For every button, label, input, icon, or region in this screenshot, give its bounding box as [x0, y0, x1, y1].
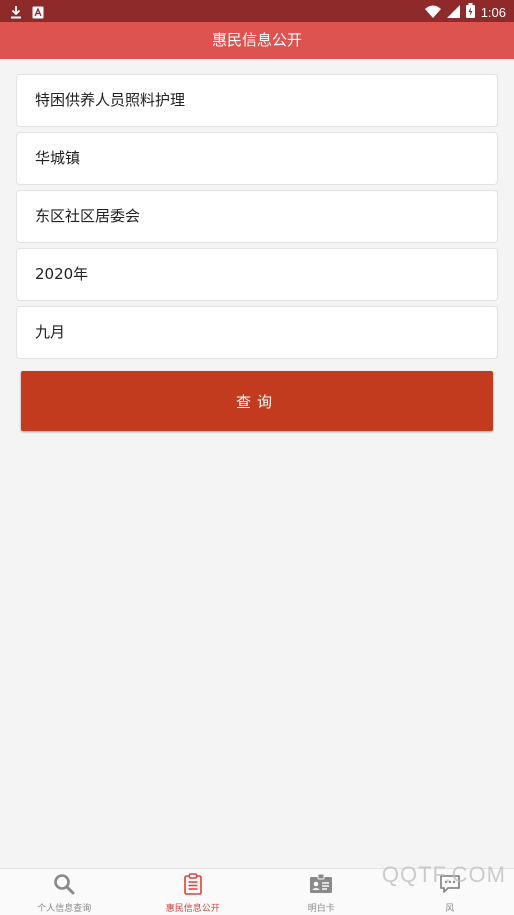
town-select[interactable]: 华城镇	[16, 132, 498, 185]
status-bar: 1:06	[0, 0, 514, 22]
nav-item-public-info[interactable]: 惠民信息公开	[129, 869, 258, 915]
app-header: 惠民信息公开	[0, 22, 514, 59]
search-icon	[53, 873, 75, 899]
community-select[interactable]: 东区社区居委会	[16, 190, 498, 243]
nav-item-personal-query[interactable]: 个人信息查询	[0, 869, 129, 915]
battery-icon	[466, 3, 475, 22]
status-right-icons: 1:06	[425, 3, 506, 22]
app-icon	[32, 4, 44, 23]
year-select[interactable]: 2020年	[16, 248, 498, 301]
nav-label: 风	[445, 901, 454, 914]
category-select[interactable]: 特困供养人员照料护理	[16, 74, 498, 127]
nav-label: 个人信息查询	[37, 901, 91, 914]
signal-icon	[447, 3, 460, 22]
nav-item-card[interactable]: 明白卡	[257, 869, 386, 915]
wifi-icon	[425, 3, 441, 22]
nav-label: 惠民信息公开	[166, 901, 220, 914]
page-title: 惠民信息公开	[212, 31, 302, 49]
watermark: QQTF.COM	[382, 862, 506, 888]
nav-label: 明白卡	[308, 901, 335, 914]
query-button[interactable]: 查询	[21, 371, 493, 431]
filter-form: 特困供养人员照料护理 华城镇 东区社区居委会 2020年 九月	[16, 74, 498, 364]
download-icon	[10, 4, 22, 23]
id-card-icon	[309, 873, 333, 899]
month-select[interactable]: 九月	[16, 306, 498, 359]
status-left-icons	[10, 4, 44, 23]
status-time: 1:06	[481, 5, 506, 20]
clipboard-icon	[183, 873, 203, 899]
